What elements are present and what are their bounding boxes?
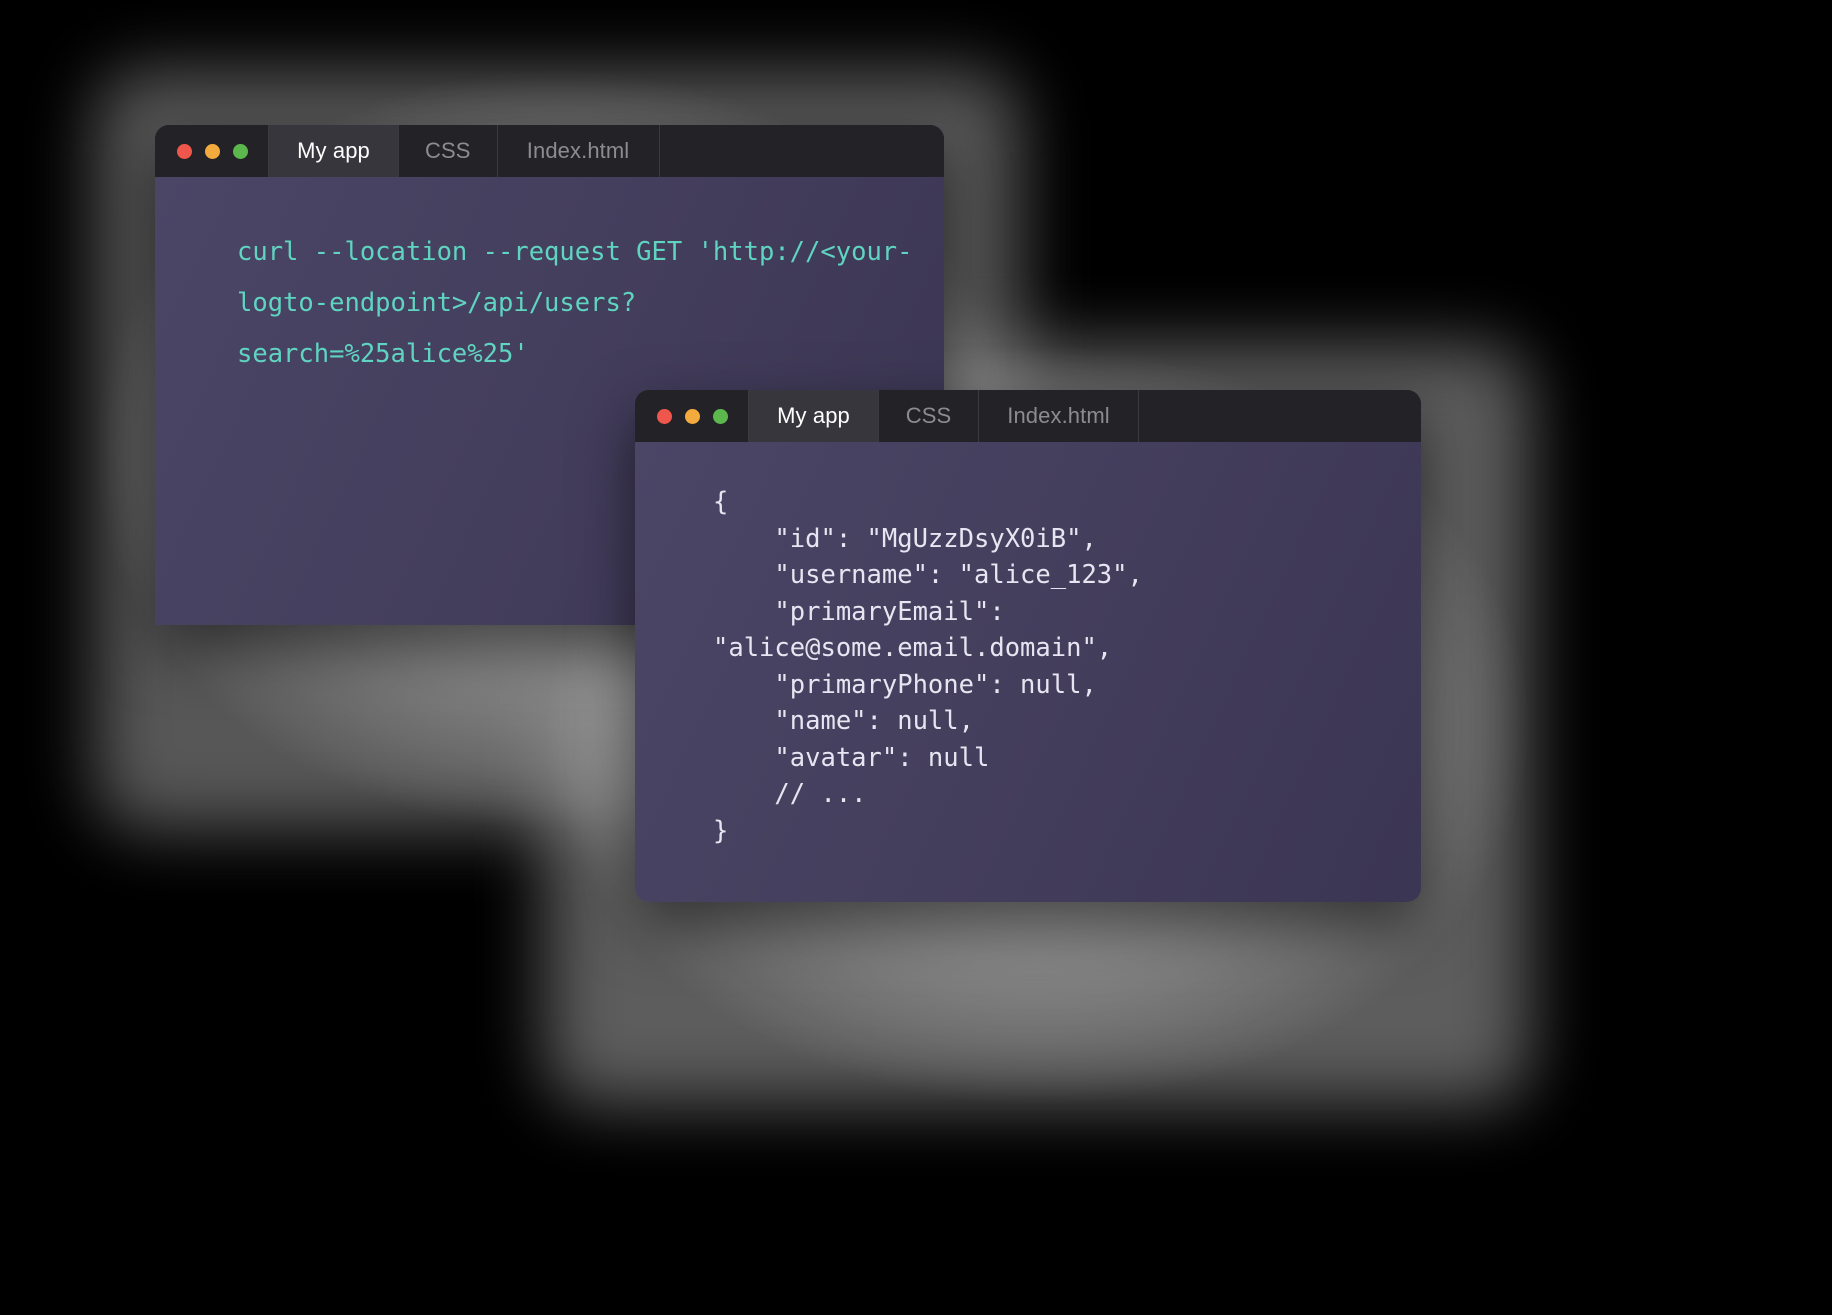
curl-code-line-2: logto-endpoint>/api/users? (237, 288, 637, 318)
json-code-line-3: "username": "alice_123", (713, 560, 1143, 590)
json-code-line-2: "id": "MgUzzDsyX0iB", (713, 523, 1097, 554)
json-code-line-7: "name": null, (713, 706, 974, 736)
tab-my-app[interactable]: My app (748, 390, 878, 442)
screenshot-canvas: My app CSS Index.html curl --location --… (0, 0, 1832, 1315)
window-1-tabbar-filler (658, 125, 944, 177)
curl-code-line-1: curl --location --request GET 'http://<y… (237, 237, 913, 267)
window-2-traffic-lights (635, 390, 748, 442)
json-code-line-6: "primaryPhone": null, (713, 669, 1097, 700)
close-button-icon[interactable] (657, 408, 672, 424)
json-code-line-1: { (713, 487, 729, 517)
json-code-line-4: "primaryEmail": (713, 596, 1005, 627)
curl-code-line-3: search=%25alice%25' (237, 339, 529, 369)
maximize-button-icon[interactable] (233, 143, 248, 159)
window-1-traffic-lights (155, 125, 268, 177)
json-response-window[interactable]: My app CSS Index.html { "id": "MgUzzDsyX… (635, 390, 1421, 902)
tab-index-html[interactable]: Index.html (978, 390, 1138, 442)
json-code-line-9: // ... (713, 779, 867, 809)
tab-css[interactable]: CSS (878, 390, 978, 442)
json-code-line-8: "avatar": null (713, 742, 990, 773)
window-2-code-area[interactable]: { "id": "MgUzzDsyX0iB", "username": "ali… (635, 442, 1421, 902)
json-code-line-5: "alice@some.email.domain", (713, 633, 1113, 663)
json-code-line-10: } (713, 815, 729, 846)
window-2-tabbar-filler (1138, 390, 1421, 442)
minimize-button-icon[interactable] (685, 408, 700, 424)
window-2-titlebar[interactable]: My app CSS Index.html (635, 390, 1421, 442)
tab-index-html[interactable]: Index.html (496, 125, 659, 177)
tab-css[interactable]: CSS (398, 125, 497, 177)
window-1-titlebar[interactable]: My app CSS Index.html (155, 125, 944, 177)
close-button-icon[interactable] (177, 143, 192, 159)
tab-my-app[interactable]: My app (268, 125, 398, 177)
minimize-button-icon[interactable] (205, 143, 220, 159)
maximize-button-icon[interactable] (713, 408, 728, 424)
